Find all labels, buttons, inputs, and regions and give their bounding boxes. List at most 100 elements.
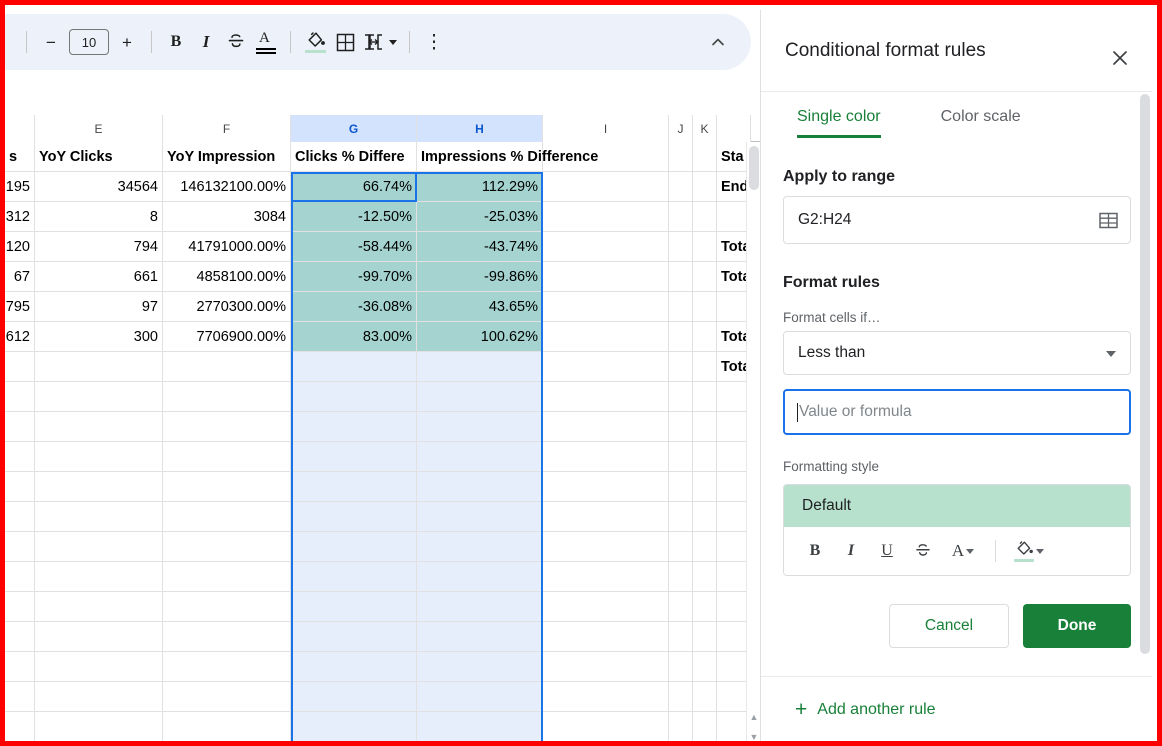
cell-D7[interactable]: 612	[5, 322, 35, 352]
cell-I16[interactable]	[543, 592, 669, 622]
borders-button[interactable]	[330, 27, 360, 57]
cell-F6[interactable]: 2770300.00%	[163, 292, 291, 322]
cell-J7[interactable]	[669, 322, 693, 352]
cell-K1[interactable]	[693, 142, 717, 172]
cell-F4[interactable]: 41791000.00%	[163, 232, 291, 262]
cell-D3[interactable]: 312	[5, 202, 35, 232]
cell-G1[interactable]: Clicks % Differe	[291, 142, 417, 172]
column-header-k[interactable]: K	[693, 115, 717, 142]
cell-D4[interactable]: 120	[5, 232, 35, 262]
tab-color-scale[interactable]: Color scale	[941, 108, 1021, 138]
column-header-j[interactable]: J	[669, 115, 693, 142]
cell-I9[interactable]	[543, 382, 669, 412]
cell-K13[interactable]	[693, 502, 717, 532]
cell-J18[interactable]	[669, 652, 693, 682]
cell-H11[interactable]	[417, 442, 543, 472]
sheet-vertical-scrollbar[interactable]: ▲ ▼	[746, 142, 760, 741]
cell-D6[interactable]: 795	[5, 292, 35, 322]
sheet-grid[interactable]: EFGHIJK sYoY ClicksYoY ImpressionClicks …	[5, 115, 765, 741]
apply-to-range-input[interactable]: G2:H24	[783, 196, 1131, 244]
cell-D11[interactable]	[5, 442, 35, 472]
cell-D19[interactable]	[5, 682, 35, 712]
cell-F5[interactable]: 4858100.00%	[163, 262, 291, 292]
cell-J8[interactable]	[669, 352, 693, 382]
cell-J9[interactable]	[669, 382, 693, 412]
cell-H20[interactable]	[417, 712, 543, 741]
cell-E6[interactable]: 97	[35, 292, 163, 322]
value-or-formula-input[interactable]: Value or formula	[783, 389, 1131, 435]
cell-G15[interactable]	[291, 562, 417, 592]
cell-F7[interactable]: 7706900.00%	[163, 322, 291, 352]
style-bold-button[interactable]: B	[800, 536, 830, 566]
more-options-button[interactable]: ⋮	[419, 27, 449, 57]
cell-D8[interactable]	[5, 352, 35, 382]
style-strikethrough-button[interactable]	[908, 536, 938, 566]
cell-H17[interactable]	[417, 622, 543, 652]
cell-K3[interactable]	[693, 202, 717, 232]
cell-F13[interactable]	[163, 502, 291, 532]
cell-H10[interactable]	[417, 412, 543, 442]
cell-F10[interactable]	[163, 412, 291, 442]
cell-E10[interactable]	[35, 412, 163, 442]
cell-G10[interactable]	[291, 412, 417, 442]
cell-K12[interactable]	[693, 472, 717, 502]
column-header-e[interactable]: E	[35, 115, 163, 142]
cell-H18[interactable]	[417, 652, 543, 682]
cell-H4[interactable]: -43.74%	[417, 232, 543, 262]
cell-E5[interactable]: 661	[35, 262, 163, 292]
cell-E12[interactable]	[35, 472, 163, 502]
italic-button[interactable]: I	[191, 27, 221, 57]
cell-F3[interactable]: 3084	[163, 202, 291, 232]
cell-K20[interactable]	[693, 712, 717, 741]
increase-font-size-button[interactable]: +	[112, 27, 142, 57]
cell-H9[interactable]	[417, 382, 543, 412]
select-range-icon[interactable]	[1099, 211, 1118, 230]
fill-color-button[interactable]	[300, 27, 330, 57]
panel-vertical-scrollbar[interactable]	[1139, 94, 1151, 746]
cell-I7[interactable]	[543, 322, 669, 352]
bold-button[interactable]: B	[161, 27, 191, 57]
cell-I14[interactable]	[543, 532, 669, 562]
cell-K2[interactable]	[693, 172, 717, 202]
cell-F20[interactable]	[163, 712, 291, 741]
cell-G6[interactable]: -36.08%	[291, 292, 417, 322]
cell-G18[interactable]	[291, 652, 417, 682]
style-text-color-button[interactable]: A	[944, 536, 982, 566]
cell-I17[interactable]	[543, 622, 669, 652]
strikethrough-button[interactable]	[221, 27, 251, 57]
cell-K5[interactable]	[693, 262, 717, 292]
cell-I12[interactable]	[543, 472, 669, 502]
cell-D15[interactable]	[5, 562, 35, 592]
cell-I2[interactable]	[543, 172, 669, 202]
cell-G7[interactable]: 83.00%	[291, 322, 417, 352]
cell-E19[interactable]	[35, 682, 163, 712]
cell-K14[interactable]	[693, 532, 717, 562]
scroll-down-arrow[interactable]: ▼	[747, 729, 761, 741]
cell-H14[interactable]	[417, 532, 543, 562]
cell-F17[interactable]	[163, 622, 291, 652]
cell-E3[interactable]: 8	[35, 202, 163, 232]
cell-I18[interactable]	[543, 652, 669, 682]
cell-J15[interactable]	[669, 562, 693, 592]
cell-H7[interactable]: 100.62%	[417, 322, 543, 352]
cell-H6[interactable]: 43.65%	[417, 292, 543, 322]
text-color-button[interactable]: A	[251, 27, 281, 57]
cell-H3[interactable]: -25.03%	[417, 202, 543, 232]
cell-E1[interactable]: YoY Clicks	[35, 142, 163, 172]
cell-I13[interactable]	[543, 502, 669, 532]
cell-E7[interactable]: 300	[35, 322, 163, 352]
cell-D20[interactable]	[5, 712, 35, 741]
cell-F12[interactable]	[163, 472, 291, 502]
cell-E20[interactable]	[35, 712, 163, 741]
cell-F15[interactable]	[163, 562, 291, 592]
cell-J10[interactable]	[669, 412, 693, 442]
cell-G16[interactable]	[291, 592, 417, 622]
cell-E13[interactable]	[35, 502, 163, 532]
cell-E14[interactable]	[35, 532, 163, 562]
cell-J19[interactable]	[669, 682, 693, 712]
cell-D9[interactable]	[5, 382, 35, 412]
cell-K11[interactable]	[693, 442, 717, 472]
cell-K4[interactable]	[693, 232, 717, 262]
decrease-font-size-button[interactable]: −	[36, 27, 66, 57]
cell-G4[interactable]: -58.44%	[291, 232, 417, 262]
